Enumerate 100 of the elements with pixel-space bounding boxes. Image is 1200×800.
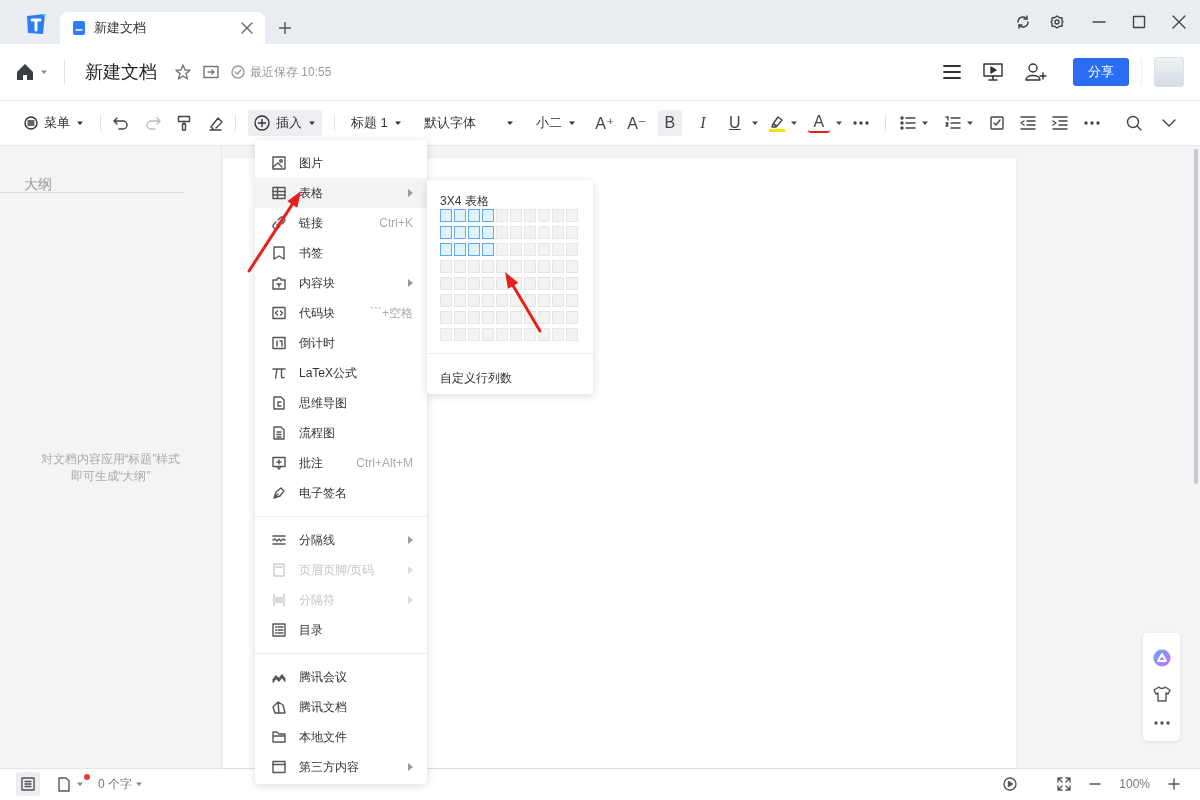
menu-item[interactable]: 本地文件 — [255, 722, 427, 752]
chevron-down-icon[interactable] — [1162, 119, 1176, 127]
menu-item[interactable]: 代码块 ```+空格 — [255, 298, 427, 328]
sync-icon[interactable] — [1016, 15, 1030, 29]
comment-icon — [272, 456, 286, 470]
italic-button[interactable]: I — [691, 110, 714, 136]
menu-item[interactable]: 腾讯文档 — [255, 692, 427, 722]
decrease-indent-icon[interactable] — [1019, 116, 1036, 130]
document-title[interactable]: 新建文档 — [85, 60, 157, 84]
font-color-button[interactable]: A — [807, 113, 830, 133]
menu-item[interactable]: 批注 Ctrl+Alt+M — [255, 448, 427, 478]
menu-item[interactable]: 表格 — [255, 178, 427, 208]
grid-cell[interactable] — [454, 226, 466, 239]
outline-toggle[interactable] — [16, 772, 40, 796]
outline-hint: 对文档内容应用“标题”样式 — [39, 451, 182, 468]
bold-button[interactable]: B — [657, 110, 682, 136]
menu-item[interactable]: 腾讯会议 — [255, 662, 427, 692]
menu-item[interactable]: 目录 — [255, 615, 427, 645]
insert-dropdown[interactable]: 插入 — [248, 110, 322, 136]
word-count[interactable]: 0 个字 — [98, 775, 132, 793]
highlighter-icon[interactable] — [768, 114, 785, 132]
page-icon[interactable] — [58, 776, 70, 792]
add-circle-icon — [254, 115, 270, 131]
grid-cell[interactable] — [454, 209, 466, 222]
presentation-icon[interactable] — [983, 63, 1003, 81]
add-user-icon[interactable] — [1025, 63, 1047, 81]
increase-font-size-button[interactable]: A⁺ — [593, 110, 616, 136]
menu-item[interactable]: 书签 — [255, 238, 427, 268]
image-icon — [272, 156, 286, 170]
eraser-icon[interactable] — [207, 115, 223, 131]
submenu-arrow-icon — [408, 596, 413, 604]
grid-cell[interactable] — [468, 226, 480, 239]
menu-item[interactable]: 图片 — [255, 148, 427, 178]
zoom-level[interactable]: 100% — [1119, 777, 1150, 791]
bullet-list-icon[interactable] — [899, 116, 916, 130]
document-icon — [72, 20, 86, 36]
outline-list-icon — [21, 777, 35, 791]
settings-icon[interactable] — [1050, 15, 1064, 29]
play-icon[interactable] — [1003, 777, 1018, 791]
font-size-dropdown[interactable]: 小二 — [531, 110, 580, 136]
grid-cell[interactable] — [482, 226, 494, 239]
move-to-folder-icon[interactable] — [203, 65, 219, 79]
menu-item[interactable]: 链接 Ctrl+K — [255, 208, 427, 238]
menu-item[interactable]: 流程图 — [255, 418, 427, 448]
font-family-dropdown[interactable]: 默认字体 — [419, 110, 518, 136]
grid-cell[interactable] — [468, 209, 480, 222]
checkbox-icon[interactable] — [989, 116, 1004, 130]
caret-icon — [789, 120, 798, 126]
more-icon[interactable] — [852, 121, 869, 125]
underline-button[interactable]: U — [723, 110, 746, 136]
menu-item[interactable]: 思维导图 — [255, 388, 427, 418]
grid-cell[interactable] — [482, 243, 494, 256]
scrollbar[interactable] — [1194, 149, 1198, 484]
grid-cell[interactable] — [468, 243, 480, 256]
menu-item[interactable]: 第三方内容 — [255, 752, 427, 782]
close-icon[interactable] — [241, 22, 253, 34]
document-tab[interactable]: 新建文档 — [60, 12, 265, 44]
home-icon[interactable] — [16, 63, 34, 81]
shirt-icon[interactable] — [1152, 686, 1171, 702]
menu-item[interactable]: LaTeX公式 — [255, 358, 427, 388]
increase-indent-icon[interactable] — [1051, 116, 1068, 130]
maximize-icon[interactable] — [1132, 15, 1146, 29]
avatar[interactable] — [1154, 57, 1184, 87]
shortcut-hint: ```+空格 — [370, 304, 413, 322]
shortcut-hint: Ctrl+Alt+M — [356, 456, 413, 470]
menu-item[interactable]: 倒计时 — [255, 328, 427, 358]
star-icon[interactable] — [175, 64, 191, 80]
menu-icon[interactable] — [943, 65, 961, 79]
annotation-arrow — [505, 272, 542, 333]
caret-icon — [135, 781, 143, 787]
heading-style-dropdown[interactable]: 标题 1 — [347, 110, 406, 136]
list-circle-icon — [24, 116, 38, 130]
redo-icon[interactable] — [145, 116, 161, 130]
link-icon — [272, 216, 286, 230]
grid-cell[interactable] — [454, 243, 466, 256]
menu-item[interactable]: 分隔线 — [255, 525, 427, 555]
format-painter-icon[interactable] — [177, 115, 191, 131]
outline-hint: 即可生成“大纲” — [69, 468, 152, 485]
fullscreen-icon[interactable] — [1057, 777, 1072, 791]
grid-cell[interactable] — [440, 243, 452, 256]
share-button[interactable]: 分享 — [1073, 58, 1129, 86]
undo-icon[interactable] — [113, 116, 129, 130]
close-icon[interactable] — [1172, 15, 1186, 29]
assistant-icon[interactable] — [1152, 648, 1171, 667]
more-icon[interactable] — [1153, 721, 1170, 726]
grid-cell[interactable] — [482, 209, 494, 222]
grid-cell[interactable] — [440, 209, 452, 222]
zoom-in-icon[interactable] — [1168, 778, 1180, 790]
menu-item[interactable]: 内容块 — [255, 268, 427, 298]
menu-dropdown[interactable]: 菜单 — [20, 110, 88, 136]
new-tab-icon[interactable] — [279, 22, 291, 34]
caret-icon — [505, 120, 514, 126]
search-icon[interactable] — [1126, 115, 1142, 131]
menu-item[interactable]: 电子签名 — [255, 478, 427, 508]
app-logo[interactable] — [24, 12, 48, 36]
custom-rows-columns-option[interactable]: 自定义行列数 — [440, 370, 512, 387]
more-icon[interactable] — [1083, 121, 1100, 125]
grid-cell[interactable] — [440, 226, 452, 239]
numbered-list-icon[interactable] — [944, 116, 961, 130]
decrease-font-size-button[interactable]: A⁻ — [625, 110, 648, 136]
